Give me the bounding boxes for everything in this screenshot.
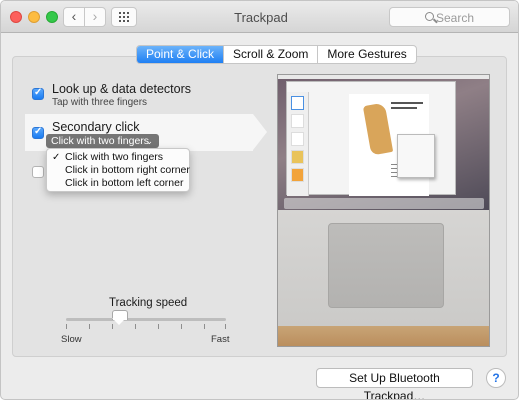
- search-icon: [425, 12, 434, 21]
- tab-scroll-and-zoom[interactable]: Scroll & Zoom: [223, 46, 317, 63]
- slider-tick: [89, 324, 90, 329]
- preview-thumbnail: [291, 96, 304, 110]
- help-button[interactable]: ?: [486, 368, 506, 388]
- preview-menubar: [278, 75, 489, 79]
- selected-option-pointer: [253, 114, 267, 150]
- secondary-click-checkbox[interactable]: [32, 126, 44, 139]
- preview-sidebar: [287, 92, 309, 196]
- preview-text-line: [391, 102, 423, 104]
- trackpad-illustration: [328, 223, 444, 308]
- menu-item-two-fingers[interactable]: ✓ Click with two fingers: [47, 151, 189, 164]
- preview-document-window: [286, 81, 456, 196]
- close-window-button[interactable]: [10, 11, 22, 23]
- search-field[interactable]: Search: [389, 7, 510, 27]
- chair-illustration: [362, 102, 394, 156]
- tracking-speed-thumb[interactable]: [112, 310, 128, 326]
- back-button[interactable]: ‹: [63, 7, 85, 27]
- lookup-subtitle: Tap with three fingers: [52, 97, 148, 108]
- secondary-click-title: Secondary click: [52, 120, 140, 134]
- fast-label: Fast: [211, 334, 230, 345]
- secondary-click-menu: ✓ Click with two fingers Click in bottom…: [46, 148, 190, 192]
- preview-thumbnail: [291, 132, 304, 146]
- preview-text-line: [391, 107, 417, 109]
- menu-item-label: Click with two fingers: [65, 151, 164, 163]
- secondary-click-popup-value: Click with two fingers: [51, 135, 150, 147]
- trackpad-preferences-window: ‹ › Trackpad Search Point & Click Scroll…: [0, 0, 519, 400]
- minimize-window-button[interactable]: [28, 11, 40, 23]
- preview-table-edge: [278, 326, 489, 346]
- tab-more-gestures[interactable]: More Gestures: [317, 46, 415, 63]
- tracking-speed-label: Tracking speed: [109, 297, 188, 309]
- preview-context-menu: [397, 134, 435, 178]
- lookup-title: Look up & data detectors: [52, 82, 191, 96]
- checkmark-icon: ✓: [52, 152, 61, 163]
- preview-screen: [278, 75, 489, 210]
- setup-bluetooth-trackpad-button[interactable]: Set Up Bluetooth Trackpad…: [316, 368, 473, 399]
- preview-desk: [278, 210, 489, 346]
- chevron-down-icon: ⌄: [145, 136, 153, 146]
- secondary-click-popup[interactable]: Click with two fingers ⌄: [46, 134, 159, 148]
- slider-tick: [158, 324, 159, 329]
- search-placeholder: Search: [436, 11, 475, 25]
- forward-button[interactable]: ›: [84, 7, 106, 27]
- slider-tick: [66, 324, 67, 329]
- slider-tick: [225, 324, 226, 329]
- window-title: Trackpad: [234, 10, 288, 25]
- slider-tick: [135, 324, 136, 329]
- slider-tick: [181, 324, 182, 329]
- preview-thumbnail: [291, 150, 304, 164]
- chevron-right-icon: ›: [92, 8, 98, 24]
- zoom-window-button[interactable]: [46, 11, 58, 23]
- third-option-checkbox[interactable]: [32, 166, 44, 178]
- tab-bar: Point & Click Scroll & Zoom More Gesture…: [136, 45, 417, 64]
- title-bar: ‹ › Trackpad Search: [1, 1, 518, 33]
- menu-item-bottom-left-corner[interactable]: Click in bottom left corner: [47, 177, 189, 190]
- preview-dock: [284, 198, 484, 209]
- preview-thumbnail: [291, 114, 304, 128]
- tab-point-and-click[interactable]: Point & Click: [137, 46, 224, 63]
- lookup-checkbox[interactable]: [32, 87, 44, 100]
- gesture-preview-image: [277, 74, 490, 347]
- tracking-speed-track[interactable]: [66, 318, 226, 321]
- menu-item-label: Click in bottom left corner: [65, 177, 184, 189]
- slow-label: Slow: [61, 334, 82, 345]
- preview-thumbnail: [291, 168, 304, 182]
- menu-item-bottom-right-corner[interactable]: Click in bottom right corner: [47, 164, 190, 177]
- chevron-left-icon: ‹: [71, 8, 77, 24]
- slider-tick: [204, 324, 205, 329]
- menu-item-label: Click in bottom right corner: [65, 164, 190, 176]
- show-all-button[interactable]: [111, 7, 137, 27]
